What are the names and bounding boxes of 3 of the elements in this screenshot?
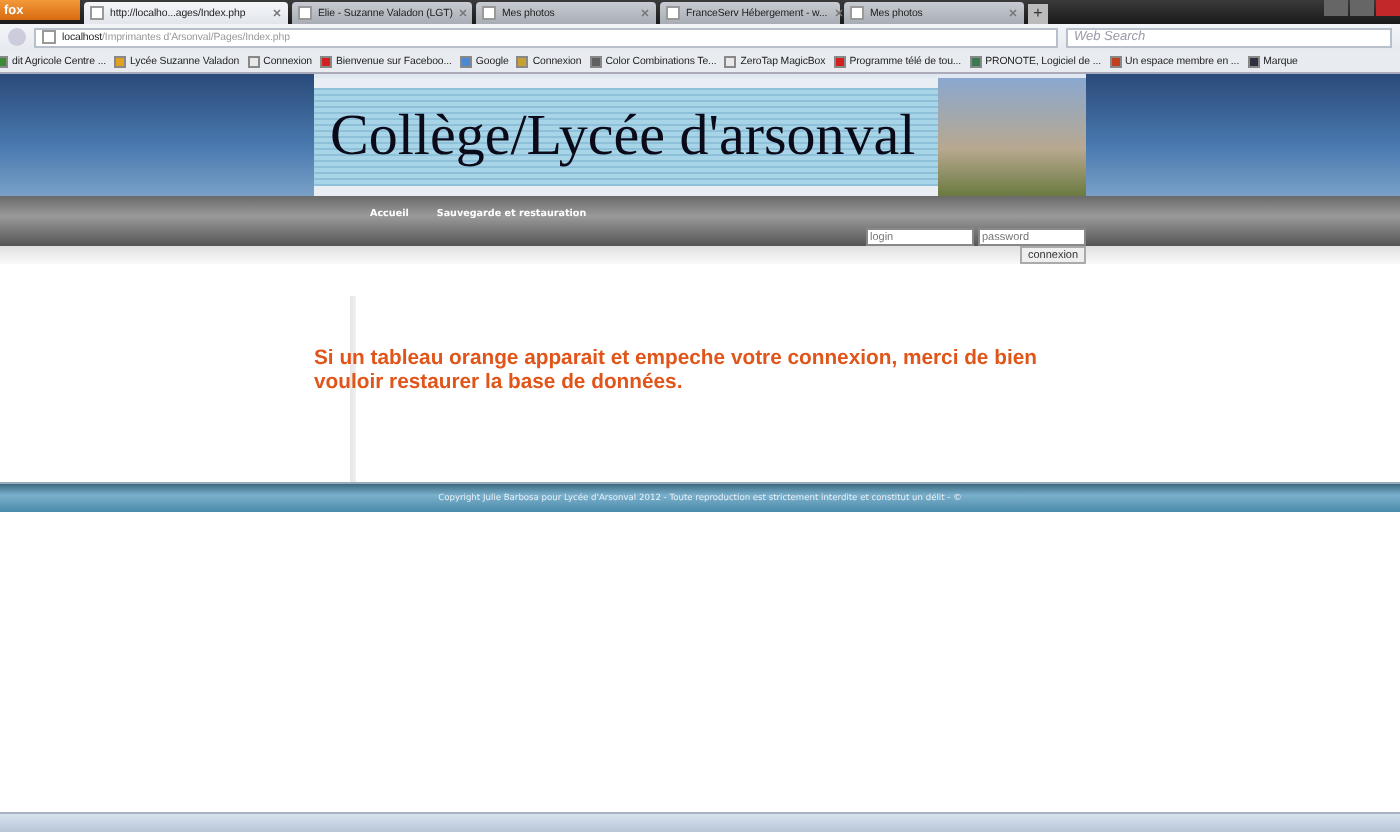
new-tab-button[interactable]: + — [1028, 4, 1048, 24]
site-title: Collège/Lycée d'arsonval — [330, 104, 916, 170]
warning-message: Si un tableau orange apparait et empeche votre connexion, merci de bien vouloir restaurer la base de données. — [314, 348, 1039, 396]
